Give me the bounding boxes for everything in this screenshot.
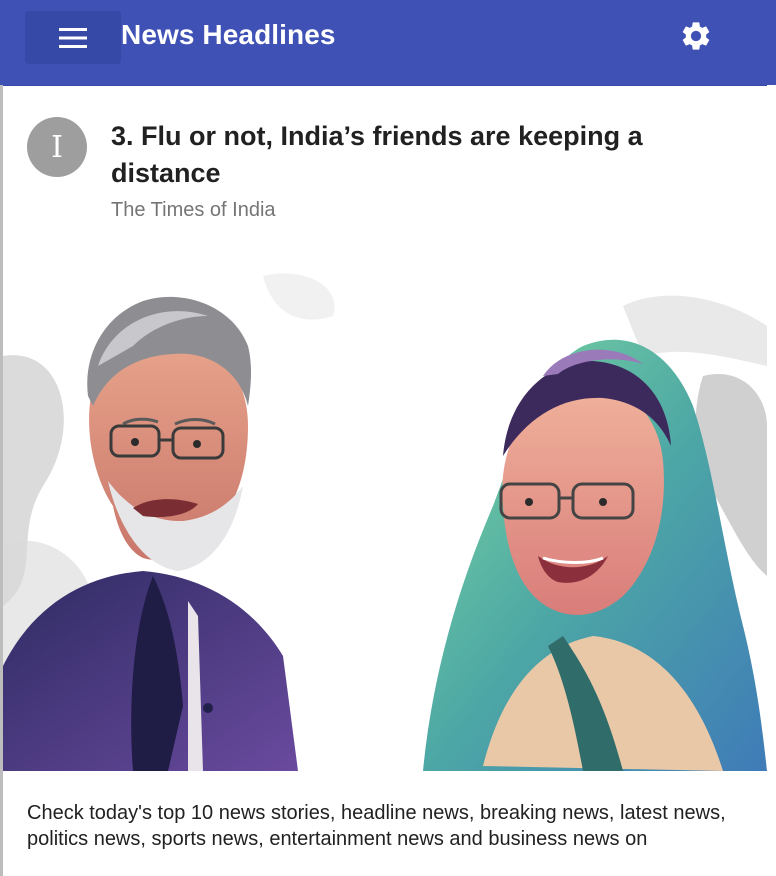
news-app: News Headlines I 3. Flu or not, India’s … bbox=[0, 0, 776, 876]
source-avatar: I bbox=[27, 117, 87, 177]
menu-button[interactable] bbox=[25, 11, 121, 64]
article-headline[interactable]: 3. Flu or not, India’s friends are keepi… bbox=[111, 118, 731, 192]
article-source: The Times of India bbox=[111, 199, 276, 221]
menu-icon bbox=[58, 27, 88, 49]
right-edge bbox=[767, 85, 776, 876]
article-image[interactable] bbox=[3, 246, 767, 771]
portrait-illustration bbox=[3, 246, 767, 771]
gear-icon bbox=[679, 19, 713, 58]
article-description: Check today's top 10 news stories, headl… bbox=[27, 802, 726, 850]
settings-button[interactable] bbox=[676, 18, 716, 58]
app-title: News Headlines bbox=[121, 19, 336, 50]
news-card[interactable]: I 3. Flu or not, India’s friends are kee… bbox=[3, 88, 767, 876]
app-bar: News Headlines bbox=[0, 0, 776, 86]
